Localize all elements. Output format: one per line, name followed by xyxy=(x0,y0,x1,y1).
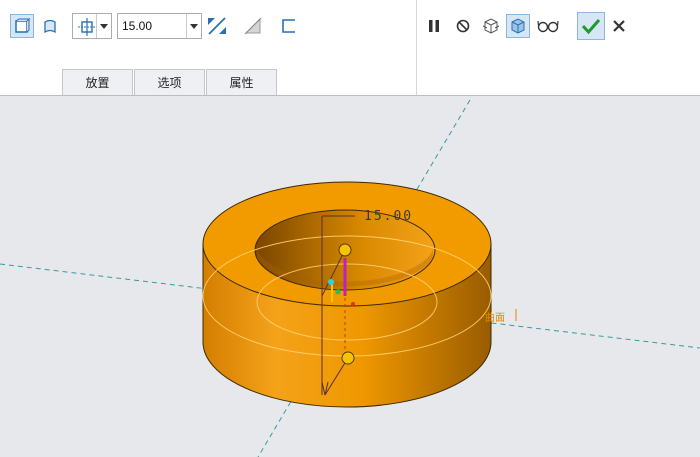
feature-ribbon: 15.00 放置 选项 属性 xyxy=(0,0,700,96)
thicken-icon[interactable] xyxy=(277,14,301,38)
pause-icon[interactable] xyxy=(422,14,446,38)
end-point-handle[interactable] xyxy=(341,351,355,365)
no-preview-icon[interactable] xyxy=(451,14,475,38)
verify-icon[interactable] xyxy=(536,14,560,38)
depth-value-input[interactable]: 15.00 xyxy=(122,19,152,33)
graphics-viewport[interactable] xyxy=(0,96,700,457)
chevron-down-icon xyxy=(96,14,111,38)
tab-placement[interactable]: 放置 xyxy=(62,69,133,95)
remove-material-icon[interactable] xyxy=(241,14,265,38)
chevron-down-icon xyxy=(186,14,201,38)
depth-option-dropdown[interactable] xyxy=(72,13,112,39)
depth-value-combo[interactable]: 15.00 xyxy=(117,13,202,39)
depth-dimension-label[interactable]: 15.00 xyxy=(364,209,413,224)
ribbon-divider xyxy=(416,0,417,95)
ok-icon[interactable] xyxy=(577,12,605,40)
tab-properties[interactable]: 属性 xyxy=(206,69,277,95)
solid-icon[interactable] xyxy=(10,14,34,38)
depth-option-icon xyxy=(78,18,96,39)
surface-icon[interactable] xyxy=(38,14,62,38)
dashboard-tabs: 放置 选项 属性 xyxy=(62,69,278,96)
geometry-preview-icon[interactable] xyxy=(479,14,503,38)
tab-options[interactable]: 选项 xyxy=(134,69,205,95)
start-point-handle[interactable] xyxy=(338,243,352,257)
cancel-icon[interactable] xyxy=(607,14,631,38)
flip-direction-icon[interactable] xyxy=(205,14,229,38)
feature-preview-icon[interactable] xyxy=(506,14,530,38)
surface-label: 曲面 xyxy=(485,313,505,324)
